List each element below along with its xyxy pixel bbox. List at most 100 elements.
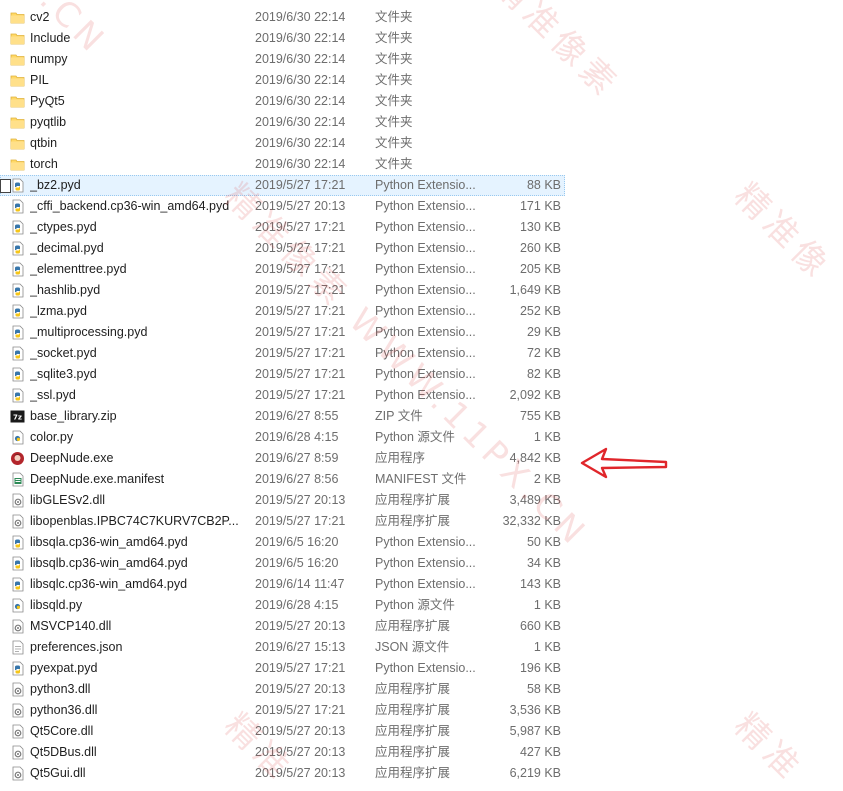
file-type: 应用程序扩展 [375, 745, 451, 759]
file-row[interactable]: _elementtree.pyd 2019/5/27 17:21 Python Ex… [0, 259, 843, 280]
file-row[interactable]: Qt5Gui.dll 2019/5/27 20:13 应用程序扩展 6,219 KB [0, 763, 843, 784]
file-row[interactable]: preferences.json 2019/6/27 15:13 JSON 源文件 1… [0, 637, 843, 658]
folder-row[interactable]: qtbin 2019/6/30 22:14 文件夹 [0, 133, 843, 154]
file-row[interactable]: DeepNude.exe 2019/6/27 8:59 应用程序 4,842 KB [0, 448, 843, 469]
python-extension-icon [10, 661, 25, 676]
file-type: 文件夹 [375, 73, 413, 87]
file-row[interactable]: MSVCP140.dll 2019/5/27 20:13 应用程序扩展 660 KB [0, 616, 843, 637]
file-name: libsqlc.cp36-win_amd64.pyd [30, 577, 188, 591]
folder-row[interactable]: cv2 2019/6/30 22:14 文件夹 [0, 7, 843, 28]
python-extension-icon [10, 178, 25, 193]
file-row[interactable]: pyexpat.pyd 2019/5/27 17:21 Python Extensi… [0, 658, 843, 679]
file-name: PyQt5 [30, 94, 65, 108]
file-row[interactable]: libopenblas.IPBC74C7KURV7CB2P... 2019/5/2… [0, 511, 843, 532]
date-modified: 2019/6/30 22:14 [255, 94, 346, 108]
file-size: 50 KB [526, 535, 561, 549]
folder-row[interactable]: Include 2019/6/30 22:14 文件夹 [0, 28, 843, 49]
file-size: 260 KB [519, 241, 561, 255]
zip-archive-icon: 7z [10, 409, 25, 424]
file-row[interactable]: _bz2.pyd 2019/5/27 17:21 Python Extensio..… [0, 175, 565, 196]
date-modified: 2019/5/27 17:21 [255, 304, 346, 318]
date-modified: 2019/6/30 22:14 [255, 10, 346, 24]
file-size: 88 KB [526, 178, 561, 192]
file-row[interactable]: libGLESv2.dll 2019/5/27 20:13 应用程序扩展 3,489 … [0, 490, 843, 511]
date-modified: 2019/5/27 17:21 [255, 661, 346, 675]
file-row[interactable]: _sqlite3.pyd 2019/5/27 17:21 Python Extens… [0, 364, 843, 385]
date-modified: 2019/5/27 17:21 [255, 346, 346, 360]
file-type: Python Extensio... [375, 220, 476, 234]
file-row[interactable]: Qt5Core.dll 2019/5/27 20:13 应用程序扩展 5,987 KB [0, 721, 843, 742]
file-type: 应用程序扩展 [375, 682, 451, 696]
file-row[interactable]: python3.dll 2019/5/27 20:13 应用程序扩展 58 KB [0, 679, 843, 700]
file-row[interactable]: libsqla.cp36-win_amd64.pyd 2019/6/5 16:20… [0, 532, 843, 553]
date-modified: 2019/5/27 20:13 [255, 745, 346, 759]
file-name: PIL [30, 73, 49, 87]
python-extension-icon [10, 304, 25, 319]
file-row[interactable]: _ctypes.pyd 2019/5/27 17:21 Python Extensi… [0, 217, 843, 238]
file-type: Python Extensio... [375, 262, 476, 276]
file-name: _ctypes.pyd [30, 220, 97, 234]
file-row[interactable]: DeepNude.exe.manifest 2019/6/27 8:56 MANIF… [0, 469, 843, 490]
file-size: 34 KB [526, 556, 561, 570]
file-type: Python Extensio... [375, 241, 476, 255]
file-row[interactable]: libsqlc.cp36-win_amd64.pyd 2019/6/14 11:4… [0, 574, 843, 595]
file-row[interactable]: libsqlb.cp36-win_amd64.pyd 2019/6/5 16:20… [0, 553, 843, 574]
date-modified: 2019/5/27 17:21 [255, 325, 346, 339]
file-type: Python Extensio... [375, 367, 476, 381]
file-type: 文件夹 [375, 94, 413, 108]
python-source-icon [10, 598, 25, 613]
file-type: Python Extensio... [375, 661, 476, 675]
file-size: 6,219 KB [509, 766, 561, 780]
folder-icon [10, 136, 25, 151]
folder-row[interactable]: pyqtlib 2019/6/30 22:14 文件夹 [0, 112, 843, 133]
file-type: Python Extensio... [375, 388, 476, 402]
file-row[interactable]: _cffi_backend.cp36-win_amd64.pyd 2019/5/2… [0, 196, 843, 217]
file-row[interactable]: _lzma.pyd 2019/5/27 17:21 Python Extensio.… [0, 301, 843, 322]
file-name: Qt5Gui.dll [30, 766, 86, 780]
file-name: python3.dll [30, 682, 91, 696]
file-row[interactable]: _hashlib.pyd 2019/5/27 17:21 Python Extens… [0, 280, 843, 301]
folder-row[interactable]: PyQt5 2019/6/30 22:14 文件夹 [0, 91, 843, 112]
dll-icon [10, 745, 25, 760]
python-extension-icon [10, 220, 25, 235]
dll-icon [10, 514, 25, 529]
file-row[interactable]: _ssl.pyd 2019/5/27 17:21 Python Extensio..… [0, 385, 843, 406]
python-extension-icon [10, 346, 25, 361]
file-type: Python Extensio... [375, 304, 476, 318]
date-modified: 2019/5/27 17:21 [255, 283, 346, 297]
file-type: 文件夹 [375, 31, 413, 45]
file-type: Python Extensio... [375, 556, 476, 570]
file-name: _multiprocessing.pyd [30, 325, 148, 339]
file-row[interactable]: libsqld.py 2019/6/28 4:15 Python 源文件 1 KB [0, 595, 843, 616]
date-modified: 2019/5/27 20:13 [255, 766, 346, 780]
file-type: Python 源文件 [375, 598, 455, 612]
file-row[interactable]: python36.dll 2019/5/27 17:21 应用程序扩展 3,536 K… [0, 700, 843, 721]
file-size: 660 KB [519, 619, 561, 633]
folder-row[interactable]: torch 2019/6/30 22:14 文件夹 [0, 154, 843, 175]
file-type: 应用程序扩展 [375, 703, 451, 717]
file-type: 应用程序扩展 [375, 619, 451, 633]
file-row[interactable]: color.py 2019/6/28 4:15 Python 源文件 1 KB [0, 427, 843, 448]
date-modified: 2019/6/30 22:14 [255, 31, 346, 45]
file-row[interactable]: _decimal.pyd 2019/5/27 17:21 Python Extens… [0, 238, 843, 259]
file-size: 2 KB [533, 472, 561, 486]
date-modified: 2019/5/27 17:21 [255, 262, 346, 276]
folder-row[interactable]: PIL 2019/6/30 22:14 文件夹 [0, 70, 843, 91]
file-name: _bz2.pyd [30, 178, 81, 192]
date-modified: 2019/6/27 8:56 [255, 472, 339, 486]
file-size: 1 KB [533, 640, 561, 654]
python-extension-icon [10, 367, 25, 382]
file-name: pyexpat.pyd [30, 661, 98, 675]
file-row[interactable]: _socket.pyd 2019/5/27 17:21 Python Extensi… [0, 343, 843, 364]
date-modified: 2019/5/27 20:13 [255, 199, 346, 213]
folder-row[interactable]: numpy 2019/6/30 22:14 文件夹 [0, 49, 843, 70]
file-size: 4,842 KB [509, 451, 561, 465]
python-extension-icon [10, 325, 25, 340]
file-name: libsqld.py [30, 598, 83, 612]
file-row[interactable]: Qt5DBus.dll 2019/5/27 20:13 应用程序扩展 427 KB [0, 742, 843, 763]
file-row[interactable]: _multiprocessing.pyd 2019/5/27 17:21 Pytho… [0, 322, 843, 343]
date-modified: 2019/6/30 22:14 [255, 73, 346, 87]
folder-icon [10, 10, 25, 25]
dll-icon [10, 682, 25, 697]
file-row[interactable]: 7z base_library.zip 2019/6/27 8:55 ZIP 文件 7… [0, 406, 843, 427]
